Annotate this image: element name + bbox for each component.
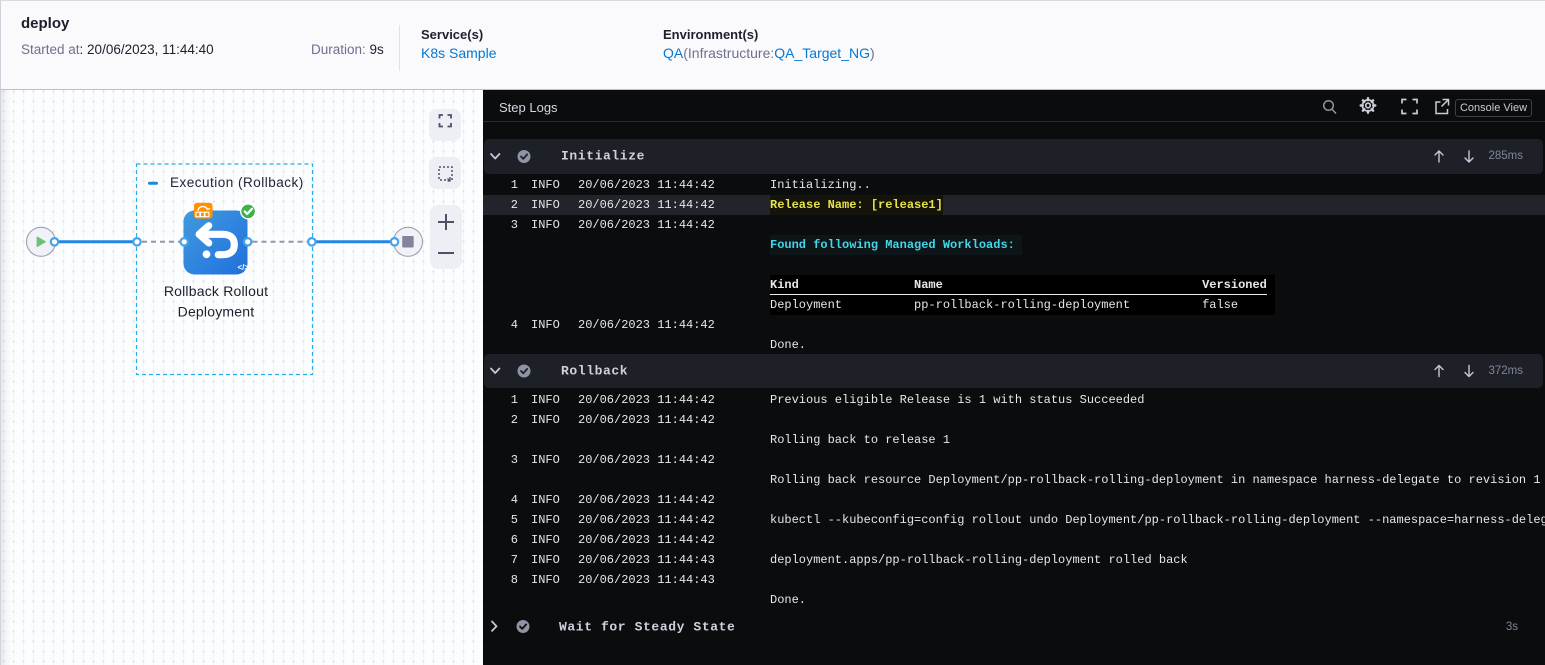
svg-text:Execution (Rollback): Execution (Rollback) bbox=[170, 175, 304, 190]
svg-text:</>: </> bbox=[238, 263, 250, 272]
svg-text:Rollback Rollout: Rollback Rollout bbox=[164, 283, 268, 299]
svg-text:Deployment: Deployment bbox=[178, 303, 255, 319]
